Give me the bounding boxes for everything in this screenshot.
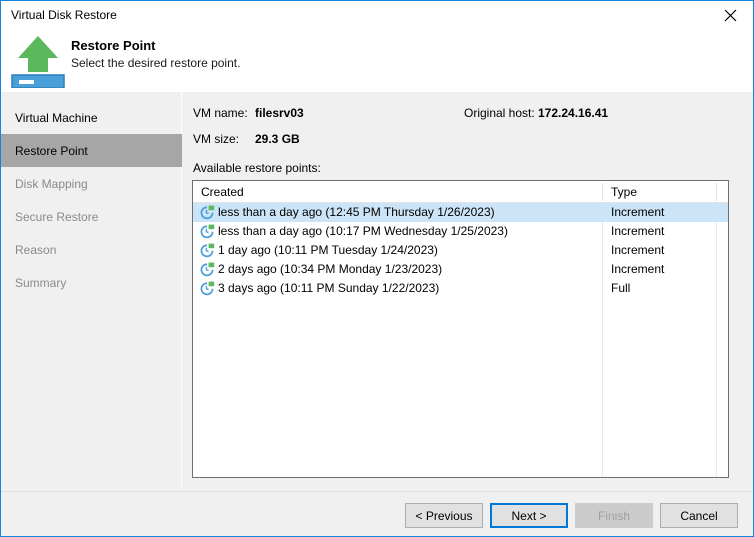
previous-button[interactable]: < Previous: [405, 503, 483, 528]
column-separator[interactable]: [716, 183, 717, 201]
sidebar-item-secure-restore[interactable]: Secure Restore: [1, 200, 182, 233]
restore-point-type: Increment: [611, 262, 665, 276]
table-row[interactable]: 2 days ago (10:34 PM Monday 1/23/2023) I…: [193, 260, 728, 279]
dialog-footer: < Previous Next > Finish Cancel: [1, 491, 753, 536]
header-subtitle: Select the desired restore point.: [71, 56, 241, 70]
next-button[interactable]: Next >: [490, 503, 568, 528]
dialog-body: Virtual Machine Restore Point Disk Mappi…: [1, 92, 753, 490]
column-header-type[interactable]: Type: [611, 185, 637, 199]
sidebar-item-summary[interactable]: Summary: [1, 266, 182, 299]
restore-point-clock-icon: [199, 281, 215, 297]
vm-size-value: 29.3 GB: [255, 132, 300, 146]
table-row[interactable]: 3 days ago (10:11 PM Sunday 1/22/2023) F…: [193, 279, 728, 298]
restore-point-created: 3 days ago (10:11 PM Sunday 1/22/2023): [218, 281, 440, 295]
original-host-value: 172.24.16.41: [538, 106, 609, 120]
header-title: Restore Point: [71, 38, 156, 53]
title-bar: Virtual Disk Restore: [1, 1, 753, 30]
sidebar-item-label: Summary: [15, 275, 67, 290]
available-restore-points-label: Available restore points:: [193, 161, 321, 175]
vm-size-label: VM size:: [193, 132, 240, 146]
vm-name-label: VM name:: [193, 106, 248, 120]
table-row[interactable]: less than a day ago (10:17 PM Wednesday …: [193, 222, 728, 241]
close-button[interactable]: [708, 1, 753, 30]
restore-point-clock-icon: [199, 224, 215, 240]
restore-point-type: Full: [611, 281, 631, 295]
restore-point-type: Increment: [611, 224, 665, 238]
table-row[interactable]: 1 day ago (10:11 PM Tuesday 1/24/2023) I…: [193, 241, 728, 260]
sidebar-item-disk-mapping[interactable]: Disk Mapping: [1, 167, 182, 200]
sidebar-item-label: Restore Point: [15, 143, 88, 158]
sidebar-item-label: Secure Restore: [15, 209, 99, 224]
restore-point-type: Increment: [611, 243, 665, 257]
restore-point-clock-icon: [199, 243, 215, 259]
sidebar-item-label: Reason: [15, 242, 57, 257]
list-header-row: Created Type: [193, 181, 728, 203]
close-icon: [724, 9, 737, 22]
finish-button: Finish: [575, 503, 653, 528]
restore-point-type: Increment: [611, 205, 665, 219]
vm-name-value: filesrv03: [255, 106, 304, 120]
sidebar-item-label: Disk Mapping: [15, 176, 88, 191]
sidebar-item-reason[interactable]: Reason: [1, 233, 182, 266]
list-body: less than a day ago (12:45 PM Thursday 1…: [193, 203, 728, 477]
restore-point-created: less than a day ago (12:45 PM Thursday 1…: [218, 205, 495, 219]
restore-point-clock-icon: [199, 205, 215, 221]
restore-point-created: 1 day ago (10:11 PM Tuesday 1/24/2023): [218, 243, 438, 257]
column-separator[interactable]: [602, 183, 603, 201]
wizard-sidebar: Virtual Machine Restore Point Disk Mappi…: [1, 92, 182, 490]
restore-upload-disk-icon: [10, 32, 66, 89]
table-row[interactable]: less than a day ago (12:45 PM Thursday 1…: [193, 203, 728, 222]
restore-point-clock-icon: [199, 262, 215, 278]
window-title: Virtual Disk Restore: [11, 8, 117, 22]
sidebar-item-label: Virtual Machine: [15, 110, 98, 125]
original-host-label: Original host:: [464, 106, 535, 120]
restore-points-list[interactable]: Created Type less than a day ago (12:45 …: [192, 180, 729, 478]
sidebar-item-virtual-machine[interactable]: Virtual Machine: [1, 101, 182, 134]
wizard-header: Restore Point Select the desired restore…: [1, 30, 753, 92]
restore-point-created: less than a day ago (10:17 PM Wednesday …: [218, 224, 508, 238]
sidebar-item-restore-point[interactable]: Restore Point: [1, 134, 182, 167]
column-header-created[interactable]: Created: [201, 185, 244, 199]
virtual-disk-restore-dialog: Virtual Disk Restore Restore Point Selec…: [0, 0, 754, 537]
restore-point-created: 2 days ago (10:34 PM Monday 1/23/2023): [218, 262, 443, 276]
cancel-button[interactable]: Cancel: [660, 503, 738, 528]
wizard-content: VM name: filesrv03 Original host: 172.24…: [183, 92, 753, 490]
